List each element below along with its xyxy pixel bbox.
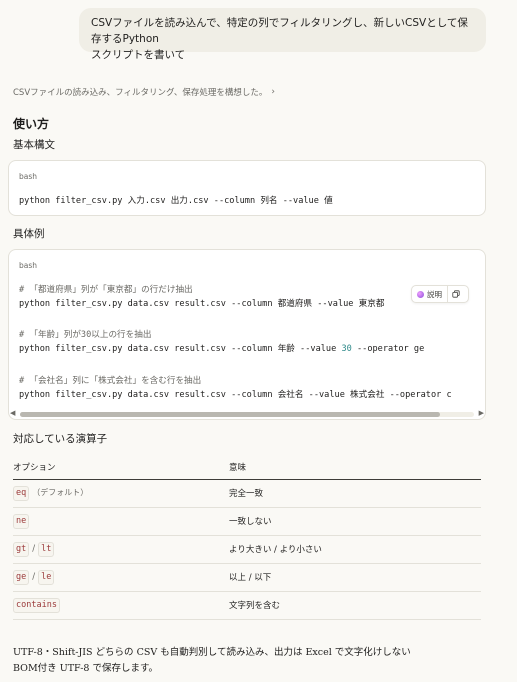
column-header-option: オプション — [13, 455, 229, 480]
code-pill: gt — [13, 541, 30, 557]
meaning-cell: より大きい / より小さい — [229, 535, 481, 564]
slash-separator: / — [32, 571, 36, 582]
code-line: python filter_csv.py data.csv result.csv… — [19, 299, 385, 309]
code-comment: # 「年齢」列が30以上の行を抽出 — [19, 330, 152, 340]
code-line: python filter_csv.py 入力.csv 出力.csv --col… — [19, 196, 333, 206]
code-language-label: bash — [19, 261, 38, 270]
scroll-thumb[interactable] — [20, 412, 440, 417]
code-segment: --operator ge — [351, 344, 425, 354]
code-comment: # 「都道府県」列が「東京都」の行だけ抽出 — [19, 285, 193, 295]
chevron-right-icon: › — [271, 87, 275, 97]
option-cell: gt / lt — [13, 535, 229, 564]
sparkle-icon — [417, 290, 424, 298]
code-language-label: bash — [19, 172, 38, 181]
table-header-row: オプション 意味 — [13, 455, 481, 480]
table-row: eq （デフォルト） 完全一致 — [13, 479, 481, 508]
heading-example: 具体例 — [13, 228, 45, 240]
explain-button[interactable]: 説明 — [412, 286, 448, 302]
option-cell: contains — [13, 591, 229, 620]
copy-icon — [452, 290, 460, 298]
copy-button[interactable] — [448, 286, 464, 302]
scroll-right-arrow-icon[interactable]: ▶ — [479, 409, 484, 417]
code-block-basic: bash python filter_csv.py 入力.csv 出力.csv … — [8, 160, 486, 216]
meaning-cell: 以上 / 以下 — [229, 563, 481, 592]
table-row: ne 一致しない — [13, 507, 481, 536]
thinking-summary-text: CSVファイルの読み込み、フィルタリング、保存処理を構想した。 — [13, 88, 268, 98]
slash-separator: / — [32, 543, 36, 554]
code-pill: contains — [13, 597, 60, 613]
column-header-meaning: 意味 — [229, 455, 481, 480]
scroll-left-arrow-icon[interactable]: ◀ — [10, 409, 15, 417]
thinking-summary-toggle[interactable]: CSVファイルの読み込み、フィルタリング、保存処理を構想した。 › — [13, 86, 275, 98]
code-comment: # 「会社名」列に「株式会社」を含む行を抽出 — [19, 376, 202, 386]
code-segment: python filter_csv.py data.csv result.csv… — [19, 344, 342, 354]
code-line: python filter_csv.py data.csv result.csv… — [19, 390, 452, 400]
code-block-example: bash # 「都道府県」列が「東京都」の行だけ抽出 python filter… — [8, 249, 486, 420]
code-pill: eq — [13, 485, 30, 501]
table-row: contains 文字列を含む — [13, 591, 481, 620]
meaning-cell: 一致しない — [229, 507, 481, 536]
code-pill: ge — [13, 569, 30, 585]
table-row: gt / lt より大きい / より小さい — [13, 535, 481, 564]
explain-copy-toolbar: 説明 — [411, 285, 469, 303]
user-message-line: スクリプトを書いて — [91, 49, 186, 61]
meaning-cell: 完全一致 — [229, 479, 481, 508]
heading-usage: 使い方 — [13, 117, 50, 131]
meaning-cell: 文字列を含む — [229, 591, 481, 620]
footer-paragraph: UTF-8・Shift-JIS どちらの CSV も自動判別して読み込み、出力は… — [13, 645, 493, 677]
horizontal-scrollbar[interactable]: ◀ ▶ — [8, 409, 486, 419]
option-note: （デフォルト） — [32, 487, 89, 497]
user-message-line: CSVファイルを読み込んで、特定の列でフィルタリングし、新しいCSVとして保存す… — [91, 17, 468, 45]
option-cell: ne — [13, 507, 229, 536]
footer-line: BOM付き UTF-8 で保存します。 — [13, 663, 159, 674]
heading-supported-operators: 対応している演算子 — [13, 433, 108, 445]
table-row: ge / le 以上 / 以下 — [13, 563, 481, 592]
code-pill: le — [38, 569, 55, 585]
explain-button-label: 説明 — [427, 289, 442, 299]
footer-line: UTF-8・Shift-JIS どちらの CSV も自動判別して読み込み、出力は… — [13, 647, 411, 658]
code-number: 30 — [341, 344, 352, 354]
code-pill: lt — [38, 541, 55, 557]
code-pill: ne — [13, 513, 30, 529]
code-line: python filter_csv.py data.csv result.csv… — [19, 342, 424, 354]
option-cell: ge / le — [13, 563, 229, 592]
heading-basic-syntax: 基本構文 — [13, 139, 55, 151]
user-message-bubble: CSVファイルを読み込んで、特定の列でフィルタリングし、新しいCSVとして保存す… — [79, 8, 486, 61]
operators-table: オプション 意味 eq （デフォルト） 完全一致 ne 一致しない gt / lt よ… — [13, 455, 481, 620]
option-cell: eq （デフォルト） — [13, 479, 229, 508]
